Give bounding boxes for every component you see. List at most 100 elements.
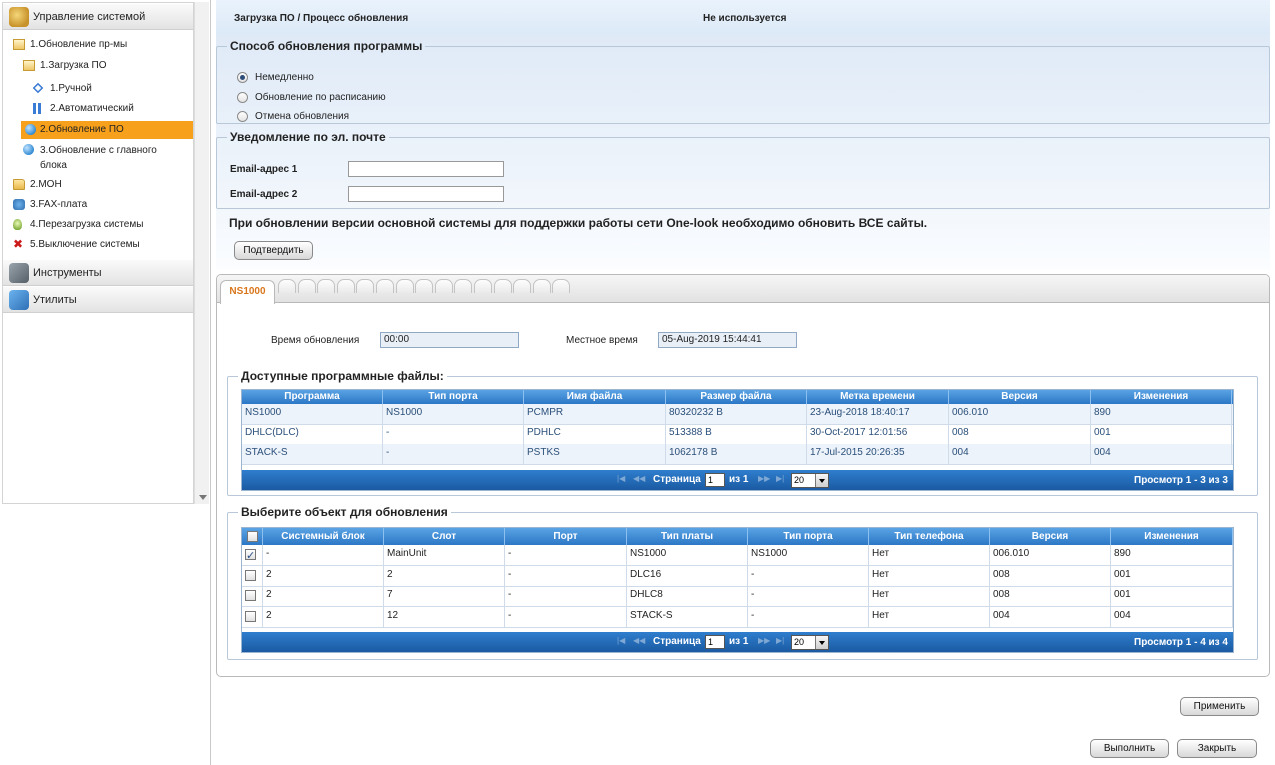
email-2-field[interactable]: [348, 186, 504, 202]
tab-empty[interactable]: [434, 279, 453, 293]
page-number-input[interactable]: 1: [705, 473, 725, 487]
tab-empty[interactable]: [297, 279, 316, 293]
column-header[interactable]: Версия: [949, 390, 1091, 404]
tab-empty[interactable]: [395, 279, 414, 293]
page-size-select[interactable]: 20: [791, 473, 829, 488]
sidebar-section-label: Управление системой: [33, 11, 146, 23]
table-cell: 2: [263, 565, 384, 586]
column-header[interactable]: Имя файла: [524, 390, 666, 404]
tree-item-manual[interactable]: 1.Ручной: [32, 80, 183, 98]
tab-empty[interactable]: [336, 279, 355, 293]
sidebar-section-system[interactable]: Управление системой: [3, 3, 193, 30]
execute-button[interactable]: Выполнить: [1090, 739, 1169, 758]
select-all-checkbox[interactable]: [247, 531, 258, 542]
folder-open-icon: [23, 60, 35, 71]
tree-item-shutdown[interactable]: ✖ 5.Выключение системы: [13, 236, 183, 254]
tab-ns1000[interactable]: NS1000: [220, 280, 275, 304]
table-row[interactable]: -MainUnit-NS1000NS1000Нет006.010890: [242, 545, 1233, 566]
column-header[interactable]: Программа: [242, 390, 383, 404]
table-cell: 1062178 B: [666, 444, 807, 464]
tab-empty[interactable]: [513, 279, 532, 293]
row-checkbox[interactable]: [245, 590, 256, 601]
email-1-field[interactable]: [348, 161, 504, 177]
column-header[interactable]: Тип платы: [627, 528, 748, 545]
column-header[interactable]: Версия: [990, 528, 1111, 545]
tab-empty[interactable]: [415, 279, 434, 293]
column-header[interactable]: Системный блок: [263, 528, 384, 545]
radio-button[interactable]: [237, 111, 248, 122]
scroll-down-arrow-icon[interactable]: [199, 495, 207, 500]
confirm-button[interactable]: Подтвердить: [234, 241, 313, 260]
table-cell: STACK-S: [627, 606, 748, 627]
page-size-value: 20: [794, 637, 805, 647]
row-checkbox[interactable]: [245, 569, 256, 581]
table-row[interactable]: NS1000 NS1000 PCMPR 80320232 B 23-Aug-2018 1…: [242, 404, 1233, 425]
tools-icon: [9, 263, 29, 283]
sidebar-scrollbar[interactable]: [194, 2, 209, 504]
tab-empty[interactable]: [552, 279, 571, 293]
main-content: Загрузка ПО / Процесс обновления Не испо…: [211, 0, 1275, 765]
column-header[interactable]: Тип порта: [383, 390, 524, 404]
row-checkbox[interactable]: [245, 610, 256, 622]
close-button[interactable]: Закрыть: [1177, 739, 1257, 758]
next-page-icon[interactable]: ▶▶: [758, 474, 770, 483]
column-header[interactable]: Размер файла: [666, 390, 807, 404]
table-row[interactable]: 2 7- DHLC8- Нет 008 001: [242, 586, 1233, 607]
tab-empty[interactable]: [474, 279, 492, 293]
table-cell: NS1000: [748, 545, 869, 565]
table-row[interactable]: 2 2- DLC16- Нет 008 001: [242, 565, 1233, 587]
bulb-icon: [13, 219, 22, 230]
update-time-label: Время обновления: [271, 335, 360, 346]
table-cell: 001: [1091, 424, 1232, 444]
last-page-icon[interactable]: ▶|: [776, 636, 784, 645]
prev-page-icon[interactable]: ◀◀: [633, 636, 645, 645]
table-cell: -: [748, 565, 869, 586]
radio-button[interactable]: [237, 92, 248, 103]
tab-empty[interactable]: [356, 279, 375, 293]
row-checkbox[interactable]: [245, 547, 256, 565]
tree-item-software-download[interactable]: 1.Загрузка ПО: [23, 57, 183, 75]
tab-empty[interactable]: [454, 279, 473, 293]
page-number-input[interactable]: 1: [705, 635, 725, 649]
last-page-icon[interactable]: ▶|: [776, 474, 784, 483]
sidebar-section-tools[interactable]: Инструменты: [3, 259, 193, 286]
chevron-down-icon[interactable]: [815, 636, 828, 649]
tab-empty[interactable]: [376, 279, 394, 293]
sidebar-section-label: Инструменты: [33, 267, 102, 279]
update-time-field[interactable]: 00:00: [380, 332, 519, 348]
tree-item-fax[interactable]: 3.FAX-плата: [13, 196, 183, 214]
column-header[interactable]: Изменения: [1091, 390, 1232, 404]
table-cell: NS1000: [242, 404, 383, 424]
column-header[interactable]: Тип порта: [748, 528, 869, 545]
chevron-down-icon[interactable]: [815, 474, 828, 487]
tab-empty[interactable]: [493, 279, 512, 293]
column-header[interactable]: Метка времени: [807, 390, 949, 404]
next-page-icon[interactable]: ▶▶: [758, 636, 770, 645]
tree-item-update-from-main[interactable]: 3.Обновление с главного блока: [23, 141, 183, 175]
status-text: Не используется: [703, 13, 787, 24]
prev-page-icon[interactable]: ◀◀: [633, 474, 645, 483]
tab-empty[interactable]: [532, 279, 551, 293]
tree-item-automatic[interactable]: 2.Автоматический: [33, 100, 183, 118]
tree-item-software-update[interactable]: 1.Обновление пр-мы: [13, 36, 183, 54]
sidebar-section-utilities[interactable]: Утилиты: [3, 286, 193, 313]
page-size-select[interactable]: 20: [791, 635, 829, 650]
radio-button[interactable]: [237, 72, 248, 83]
column-header[interactable]: Изменения: [1111, 528, 1233, 545]
tab-empty[interactable]: [278, 279, 296, 293]
apply-button[interactable]: Применить: [1180, 697, 1259, 716]
first-page-icon[interactable]: |◀: [617, 636, 625, 645]
table-row[interactable]: DHLC(DLC) - PDHLC 513388 B 30-Oct-2017 12:01…: [242, 424, 1233, 445]
table-row[interactable]: 2 12- STACK-S - Нет 004 004: [242, 606, 1233, 628]
table-cell: -: [505, 586, 627, 606]
tree-item-reboot[interactable]: 4.Перезагрузка системы: [13, 216, 183, 234]
tree-item-moh[interactable]: 2.MOH: [13, 176, 183, 194]
column-header[interactable]: Слот: [384, 528, 505, 545]
tab-empty[interactable]: [317, 279, 336, 293]
column-header[interactable]: Порт: [505, 528, 627, 545]
table-row[interactable]: STACK-S - PSTKS 1062178 B 17-Jul-2015 20:26:…: [242, 444, 1233, 465]
tree-item-software-update-selected[interactable]: 2.Обновление ПО: [21, 121, 193, 139]
records-view-text: Просмотр 1 - 4 из 4: [1134, 637, 1228, 648]
column-header[interactable]: Тип телефона: [869, 528, 990, 545]
first-page-icon[interactable]: |◀: [617, 474, 625, 483]
